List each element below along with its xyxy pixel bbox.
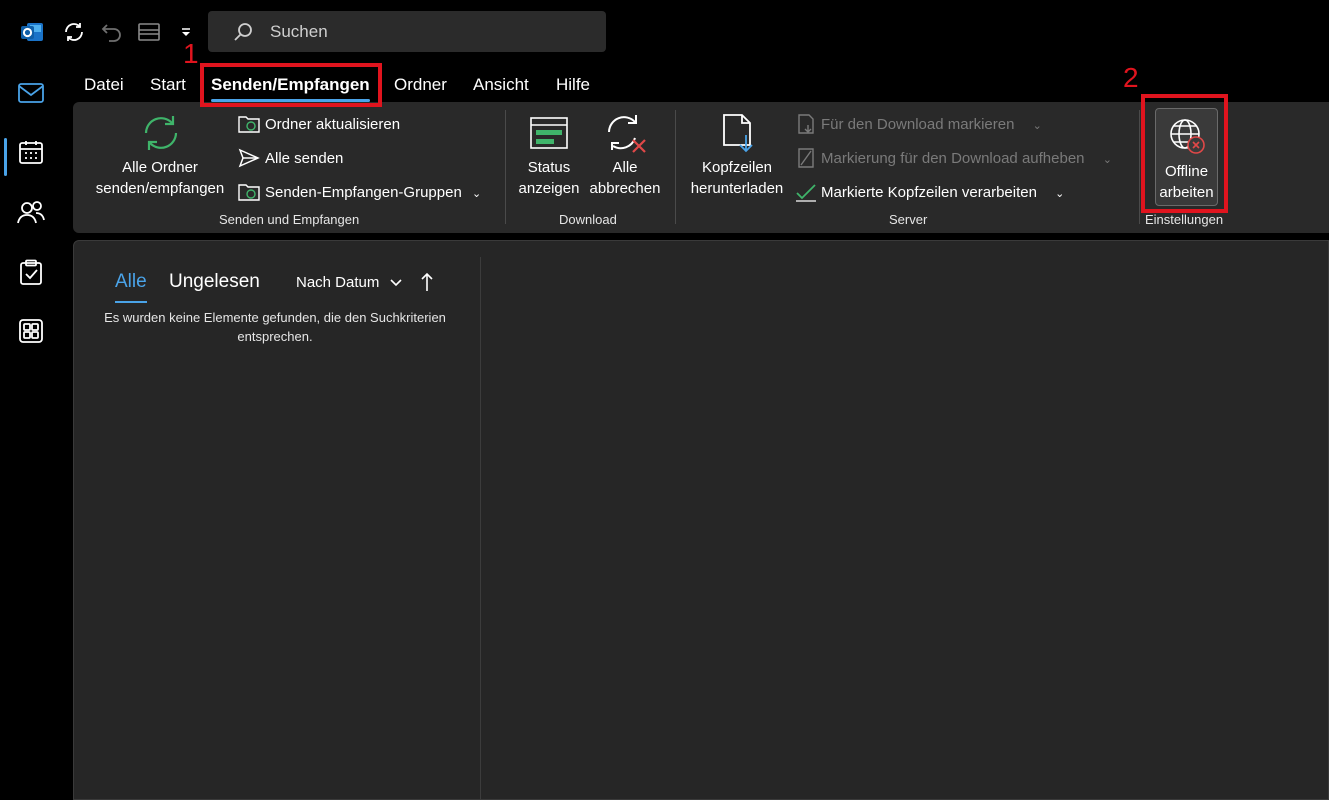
status-line2: anzeigen [518, 180, 580, 197]
tab-ansicht[interactable]: Ansicht [473, 75, 529, 95]
send-receive-groups-icon [237, 181, 261, 203]
send-receive-all-button[interactable]: Alle Ordner senden/empfangen [87, 157, 233, 199]
cancel-all-button[interactable]: Alle abbrechen [585, 157, 665, 199]
unmark-download-icon [795, 147, 817, 169]
download-headers-line2: herunterladen [690, 180, 784, 197]
process-marked-button[interactable]: Markierte Kopfzeilen verarbeiten ⌄ [821, 184, 1064, 201]
cancel-all-line2: abbrechen [589, 180, 661, 197]
send-receive-groups-dropdown[interactable]: Senden-Empfangen-Gruppen ⌄ [265, 184, 481, 201]
send-icon [237, 147, 261, 169]
send-all-button[interactable]: Alle senden [265, 150, 343, 167]
update-folder-button[interactable]: Ordner aktualisieren [265, 116, 400, 133]
tab-start[interactable]: Start [150, 75, 186, 95]
annotation-number-2: 2 [1123, 62, 1139, 93]
sort-by-date-dropdown[interactable]: Nach Datum [296, 274, 402, 291]
ribbon-separator [505, 110, 506, 224]
group-label-send-receive: Senden und Empfangen [219, 212, 360, 227]
chevron-down-icon: ⌄ [1055, 188, 1065, 200]
chevron-down-icon: ⌄ [1102, 154, 1112, 166]
download-headers-icon [719, 112, 757, 156]
sync-icon[interactable] [60, 18, 88, 46]
filter-tab-underline [115, 301, 147, 303]
annotation-box-1 [200, 63, 382, 107]
send-receive-all-line2: senden/empfangen [95, 180, 225, 197]
layout-icon[interactable] [135, 18, 163, 46]
folder-sync-icon [237, 113, 261, 135]
navigation-rail [0, 64, 62, 800]
tab-datei[interactable]: Datei [84, 75, 124, 95]
filter-tab-all-label: Alle [115, 271, 147, 292]
sort-ascending-icon[interactable] [420, 272, 434, 297]
tasks-icon[interactable] [13, 254, 49, 290]
status-button[interactable]: Status anzeigen [509, 157, 589, 199]
send-receive-groups-label: Senden-Empfangen-Gruppen [265, 184, 462, 201]
cancel-all-line1: Alle [612, 159, 638, 176]
mark-download-icon [795, 113, 817, 135]
sort-label: Nach Datum [296, 274, 380, 291]
process-marked-icon [794, 181, 818, 203]
search-icon [234, 23, 252, 41]
group-label-settings: Einstellungen [1145, 212, 1224, 227]
empty-list-message: Es wurden keine Elemente gefunden, die d… [104, 310, 446, 344]
apps-icon[interactable] [13, 313, 49, 349]
download-headers-button[interactable]: Kopfzeilen herunterladen [683, 157, 791, 199]
outlook-logo-icon [18, 18, 46, 46]
ribbon-separator [675, 110, 676, 224]
annotation-box-2 [1141, 94, 1228, 213]
tab-ordner[interactable]: Ordner [394, 75, 447, 95]
cancel-all-icon [603, 112, 649, 156]
mark-download-label: Für den Download markieren [821, 116, 1015, 133]
undo-icon[interactable] [98, 18, 126, 46]
annotation-number-1: 1 [183, 38, 199, 69]
unmark-download-button[interactable]: Markierung für den Download aufheben ⌄ [821, 150, 1112, 167]
search-placeholder: Suchen [270, 22, 328, 41]
download-headers-line1: Kopfzeilen [701, 159, 773, 176]
filter-tab-unread[interactable]: Ungelesen [169, 271, 260, 293]
group-label-server: Server [889, 212, 928, 227]
unmark-download-label: Markierung für den Download aufheben [821, 150, 1085, 167]
people-icon[interactable] [13, 194, 49, 230]
title-bar: Suchen [0, 0, 1329, 64]
chevron-down-icon: ⌄ [1032, 120, 1042, 132]
calendar-icon[interactable] [13, 134, 49, 170]
send-receive-all-line1: Alle Ordner [122, 159, 198, 176]
send-receive-all-icon [139, 112, 183, 154]
mail-icon[interactable] [13, 75, 49, 111]
pane-divider[interactable] [480, 257, 481, 800]
rail-active-indicator [4, 138, 7, 176]
mark-download-button[interactable]: Für den Download markieren ⌄ [821, 116, 1042, 133]
status-icon [528, 114, 570, 152]
content-panel: Alle Ungelesen Nach Datum Es wurden kein… [73, 240, 1329, 800]
process-marked-label: Markierte Kopfzeilen verarbeiten [821, 184, 1037, 201]
chevron-down-icon: ⌄ [471, 188, 482, 200]
ribbon-separator [1139, 110, 1140, 224]
tab-hilfe[interactable]: Hilfe [556, 75, 590, 95]
filter-tab-all[interactable]: Alle [115, 271, 147, 303]
status-line1: Status [527, 159, 571, 176]
chevron-down-icon [389, 274, 402, 291]
search-input[interactable]: Suchen [208, 11, 606, 52]
group-label-download: Download [559, 212, 617, 227]
